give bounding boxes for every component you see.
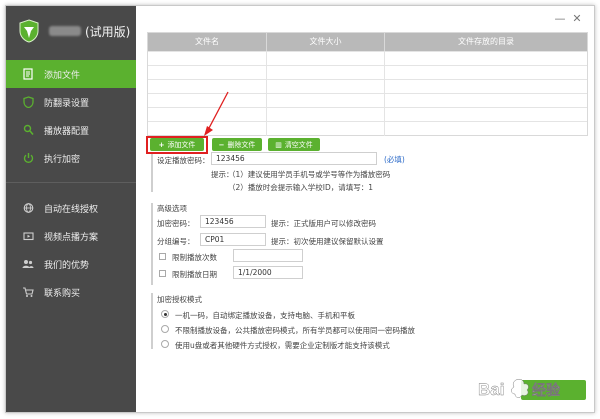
users-icon [22,258,34,270]
sidebar-item-add-file[interactable]: 添加文件 [6,60,136,88]
baidu-watermark: Bai 经验 [474,374,584,404]
limit-count-label: 限制播放次数 [172,253,217,262]
sidebar-item-vod-plan[interactable]: 视频点播方案 [6,222,136,250]
auth-mode-radio-3[interactable] [161,340,169,348]
cart-icon [22,286,34,298]
section-divider [151,293,153,349]
delete-file-button[interactable]: − 删除文件 [212,138,262,151]
blurred-app-name [49,26,81,36]
clear-files-label: 清空文件 [284,140,313,149]
sidebar-item-run-encrypt[interactable]: 执行加密 [6,144,136,172]
encrypt-password-label: 加密密码： [157,219,195,228]
column-header-filesize[interactable]: 文件大小 [267,33,385,51]
section-divider [151,203,153,285]
app-logo-row: (试用版) [6,6,136,56]
auth-mode-option-1: 一机一码，自动绑定播放设备，支持电脑、手机和平板 [175,311,355,320]
group-number-label: 分组编号： [157,237,195,246]
column-header-filename[interactable]: 文件名 [148,33,267,51]
limit-count-checkbox[interactable] [159,253,166,260]
sidebar-item-player-config[interactable]: 播放器配置 [6,116,136,144]
sidebar-item-label: 播放器配置 [44,126,90,137]
power-icon [22,152,34,164]
column-header-directory[interactable]: 文件存放的目录 [385,33,587,51]
globe-icon [22,202,34,214]
limit-date-input[interactable]: 1/1/2000 [233,266,303,279]
minus-icon: − [218,140,225,149]
trash-icon: ▥ [275,140,282,149]
table-row [148,51,587,66]
sidebar-item-anti-record[interactable]: 防翻录设置 [6,88,136,116]
app-title: (试用版) [49,23,130,40]
auth-mode-radio-2[interactable] [161,325,169,333]
close-button[interactable]: ✕ [571,13,583,25]
search-icon [22,124,34,136]
password-label: 设定播放密码： [157,156,210,165]
annotation-arrow-icon [204,91,229,136]
sidebar-item-label: 视频点播方案 [44,232,99,243]
sidebar-item-label: 执行加密 [44,154,81,165]
sidebar-item-advantages[interactable]: 我们的优势 [6,250,136,278]
shield-icon [22,96,34,108]
app-title-suffix: (试用版) [85,24,131,39]
sidebar-divider [6,182,136,183]
app-logo-icon [19,19,39,43]
highlight-annotation [146,136,208,154]
paw-logo-icon [511,378,529,398]
sidebar-item-label: 添加文件 [44,70,81,81]
sidebar-item-buy[interactable]: 联系购买 [6,278,136,306]
section-divider [151,154,153,192]
limit-date-checkbox[interactable] [159,270,166,277]
encrypt-password-hint: 提示：正式版用户可以修改密码 [271,219,376,228]
sidebar-item-label: 防翻录设置 [44,98,90,109]
auth-mode-title: 加密授权模式 [157,295,202,304]
auth-mode-option-3: 使用u盘或者其他硬件方式授权，需要企业定制版才能支持该模式 [175,341,390,350]
encrypt-password-input[interactable]: 123456 [200,215,266,228]
limit-count-input[interactable] [233,249,303,262]
clear-files-button[interactable]: ▥ 清空文件 [268,138,320,151]
group-number-input[interactable]: CP01 [200,233,266,246]
password-hint-2: （2）播放时会提示输入学校ID，请填写：1 [228,183,374,192]
auth-mode-radio-1[interactable] [161,310,169,318]
watermark-brand: 经验 [532,382,561,399]
limit-date-label: 限制播放日期 [172,270,217,279]
file-table-header: 文件名 文件大小 文件存放的目录 [148,33,587,51]
sidebar-item-label: 自动在线授权 [44,204,99,215]
watermark-text: Bai [478,380,504,399]
video-icon [22,230,34,242]
sidebar-item-label: 联系购买 [44,288,81,299]
table-row [148,65,587,80]
app-window: (试用版) 添加文件 防翻录设置 播放器配置 执行加密 自动在线授权 视频点播方… [5,5,595,413]
sidebar-item-label: 我们的优势 [44,260,90,271]
minimize-button[interactable]: — [554,13,566,25]
password-input[interactable]: 123456 [211,152,377,165]
password-hint-1: （1）建议使用学员手机号或学号等作为播放密码 [228,170,391,179]
add-file-icon [22,68,34,80]
advanced-title: 高级选项 [157,204,187,213]
auth-mode-option-2: 不限制播放设备，公共播放密码模式，所有学员都可以使用同一密码播放 [175,326,415,335]
sidebar: (试用版) 添加文件 防翻录设置 播放器配置 执行加密 自动在线授权 视频点播方… [6,6,136,412]
delete-file-label: 删除文件 [227,140,256,149]
group-number-hint: 提示：初次使用建议保留默认设置 [271,237,384,246]
sidebar-item-online-auth[interactable]: 自动在线授权 [6,194,136,222]
required-link[interactable]: (必填) [384,154,405,165]
